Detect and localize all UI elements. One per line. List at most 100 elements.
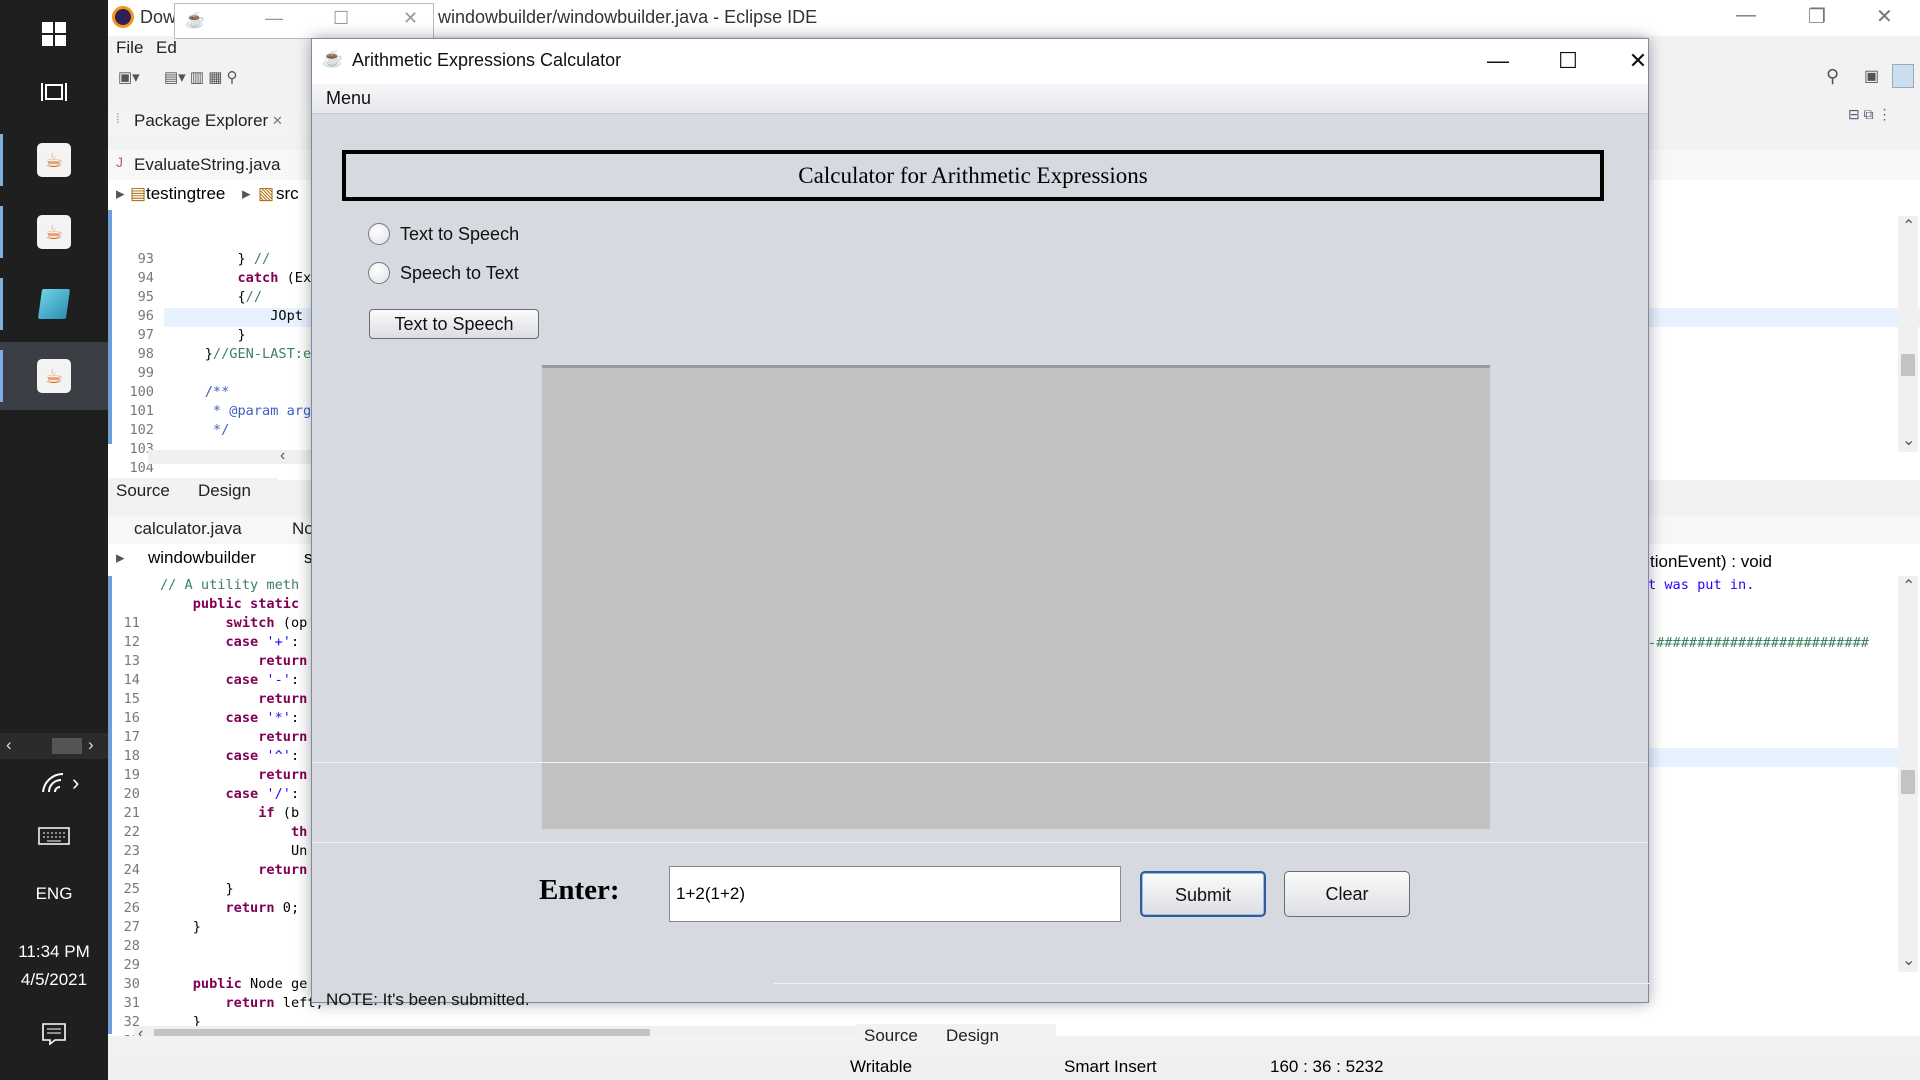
close-icon[interactable]: ✕ (403, 8, 418, 29)
chevron-right-icon: ▸ (116, 548, 125, 567)
calculator-title: Arithmetic Expressions Calculator (352, 50, 622, 70)
menu-edit[interactable]: Ed (156, 38, 177, 58)
top-editor-hscroll[interactable]: ‹ (148, 447, 313, 465)
right-comment-fragment: t was put in. (1648, 577, 1755, 593)
chevron-up-icon[interactable]: ⌃ (1902, 576, 1915, 596)
tab-evaluatestring[interactable]: EvaluateString.java (134, 155, 280, 175)
scroll-thumb[interactable] (154, 1029, 650, 1036)
chevron-left-icon[interactable]: ‹ (138, 1025, 143, 1036)
top-editor-vscroll[interactable]: ⌃ ⌄ (1898, 216, 1918, 452)
notification-icon[interactable] (0, 1022, 108, 1051)
minimize-icon[interactable]: — (1476, 45, 1520, 77)
clock-time[interactable]: 11:34 PM (0, 942, 108, 962)
windows-taskbar: ☕ ☕ ☕ ‹ › › ENG 11:34 PM 4/5/2021 (0, 0, 108, 1080)
taskbar-java-app-3[interactable]: ☕ (0, 342, 108, 410)
taskbar-java-app-1[interactable]: ☕ (0, 126, 108, 194)
java-cup-icon: ☕ (37, 215, 71, 249)
scroll-thumb[interactable] (1901, 354, 1915, 376)
close-icon[interactable]: ✕ (272, 113, 283, 129)
radio-circle[interactable] (368, 223, 390, 245)
eclipse-close-icon[interactable]: ✕ (1876, 4, 1893, 29)
calculator-titlebar[interactable]: ☕ Arithmetic Expressions Calculator — ☐ … (312, 39, 1648, 84)
java-perspective-icon[interactable] (1892, 64, 1914, 88)
java-cup-icon: ☕ (37, 143, 71, 177)
view-toolbar-icons[interactable]: ⊟ ⧉ ⋮ (1848, 106, 1892, 123)
scroll-thumb[interactable] (52, 738, 82, 754)
chevron-right-icon[interactable]: › (88, 735, 94, 755)
scroll-thumb[interactable] (1901, 770, 1915, 794)
bottom-line-numbers: 11 12 13 14 15 16 17 18 19 20 21 22 23 24 25 26 27 28 29 30… (123, 615, 140, 1036)
status-cursor-position: 160 : 36 : 5232 (1270, 1057, 1384, 1076)
breadcrumb-windowbuilder[interactable]: windowbuilder (148, 548, 256, 568)
bottom-code: // A utility meth public static switch (… (160, 577, 324, 1030)
tab-calculator-java[interactable]: calculator.java (134, 519, 242, 539)
right-method-signature: tionEvent) : void (1650, 552, 1772, 571)
text-to-speech-button[interactable]: Text to Speech (369, 309, 539, 339)
background-java-window[interactable]: ☕ — ☐ ✕ (174, 3, 434, 39)
enter-label: Enter: (539, 874, 620, 906)
chevron-up-icon[interactable]: ⌃ (1902, 216, 1915, 236)
package-folder-icon: ▧ (258, 184, 275, 203)
separator-line (312, 762, 1648, 763)
status-note: NOTE: It's been submitted. (326, 990, 530, 1009)
language-indicator[interactable]: ENG (0, 884, 108, 904)
eclipse-restore-icon[interactable]: ❐ (1808, 4, 1826, 29)
clock-date[interactable]: 4/5/2021 (0, 970, 108, 990)
taskbar-java-app-2[interactable]: ☕ (0, 198, 108, 266)
result-display-area (542, 365, 1490, 829)
java-cup-icon: ☕ (37, 359, 71, 393)
task-view-button[interactable] (0, 58, 108, 126)
eclipse-title: windowbuilder/windowbuilder.java - Eclip… (438, 7, 818, 27)
status-writable: Writable (850, 1057, 913, 1076)
keyboard-icon[interactable] (0, 826, 108, 851)
calculator-menubar: Menu (312, 84, 1648, 114)
tab-source-bottom[interactable]: Source (864, 1026, 918, 1046)
chevron-right-icon[interactable]: › (72, 770, 79, 796)
menu-menu[interactable]: Menu (326, 88, 371, 109)
taskbar-notebook-app[interactable] (0, 270, 108, 338)
bottom-editor-hscroll[interactable]: ‹ › (134, 1025, 914, 1036)
tab-design-bottom[interactable]: Design (946, 1026, 999, 1046)
radio-circle[interactable] (368, 262, 390, 284)
expression-input[interactable] (669, 866, 1121, 922)
top-line-numbers: 93 94 95 96 97 98 99 100 101 102 103 104 (129, 251, 154, 476)
search-icon[interactable]: ⚲ (1826, 66, 1839, 87)
package-explorer-tab[interactable]: ⁞ Package Explorer ✕ (108, 108, 308, 136)
maximize-icon[interactable]: ☐ (1546, 45, 1590, 77)
breadcrumb-src[interactable]: src (276, 184, 299, 204)
maximize-icon[interactable]: ☐ (333, 8, 349, 29)
wifi-icon[interactable]: › (0, 770, 108, 800)
chevron-down-icon[interactable]: ⌄ (1902, 950, 1915, 970)
right-hash-fragment: -########################## (1648, 635, 1869, 651)
tab-source-top[interactable]: Source (116, 481, 170, 501)
new-icon[interactable]: ▣▾ (118, 68, 140, 86)
task-view-icon (41, 83, 67, 101)
current-line-highlight (1648, 748, 1898, 767)
submit-button[interactable]: Submit (1140, 871, 1266, 917)
radio-label: Speech to Text (400, 262, 519, 283)
top-source-design-tabs: Source Design (108, 478, 278, 504)
toolbar-icons[interactable]: ▤▾ ▥ ▦ ⚲ (164, 68, 238, 86)
status-bar: Writable Smart Insert 160 : 36 : 5232 (108, 1054, 1920, 1080)
taskbar-scrollbar[interactable]: ‹ › (0, 733, 108, 759)
java-cup-icon: ☕ (185, 12, 205, 29)
radio-speech-to-text[interactable]: Speech to Text (368, 262, 519, 284)
open-perspective-icon[interactable]: ▣ (1864, 66, 1879, 86)
close-icon[interactable]: ✕ (1616, 45, 1660, 77)
tab-design-top[interactable]: Design (198, 481, 251, 501)
eclipse-minimize-icon[interactable]: — (1736, 4, 1756, 27)
eclipse-title-prefix: Dow (140, 7, 177, 27)
chevron-down-icon[interactable]: ⌄ (1902, 430, 1915, 450)
input-panel: Enter: Submit Clear NOTE: It's been subm… (312, 842, 1650, 1009)
clear-button[interactable]: Clear (1284, 871, 1410, 917)
menu-file[interactable]: File (116, 38, 143, 58)
java-file-icon: J (116, 154, 123, 170)
breadcrumb-project[interactable]: testingtree (146, 184, 225, 204)
bottom-editor-vscroll[interactable]: ⌃ ⌄ (1898, 576, 1918, 972)
windows-logo-icon (42, 22, 66, 46)
radio-label: Text to Speech (400, 223, 520, 244)
radio-text-to-speech[interactable]: Text to Speech (368, 223, 519, 245)
chevron-left-icon[interactable]: ‹ (280, 447, 285, 465)
chevron-left-icon[interactable]: ‹ (6, 735, 12, 755)
minimize-icon[interactable]: — (265, 8, 283, 29)
